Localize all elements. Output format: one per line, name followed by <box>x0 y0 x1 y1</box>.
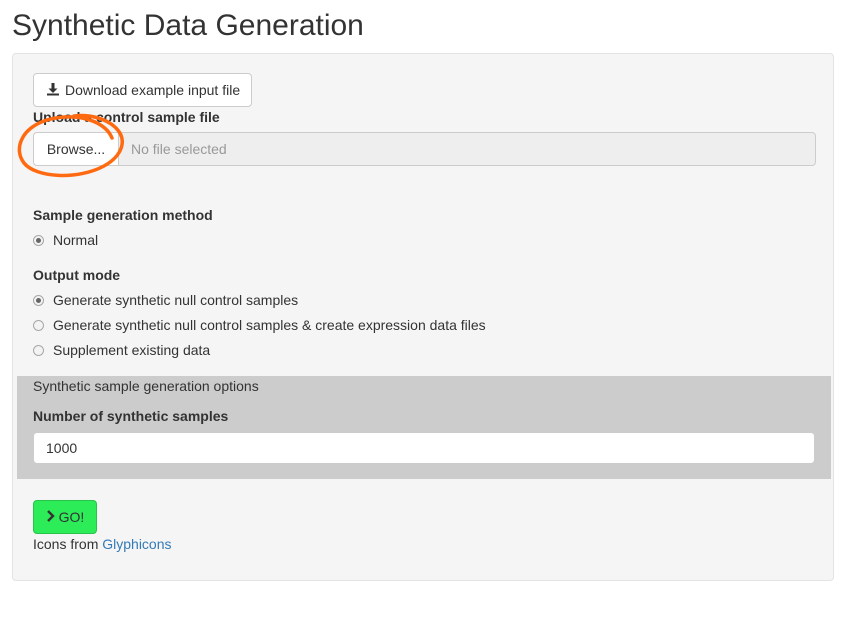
browse-button[interactable]: Browse... <box>33 132 119 166</box>
generation-options-section: Synthetic sample generation options Numb… <box>17 376 831 479</box>
go-button[interactable]: GO! <box>33 500 97 534</box>
chevron-right-icon <box>46 509 59 525</box>
credit-prefix: Icons from <box>33 536 103 552</box>
radio-label: Generate synthetic null control samples … <box>53 317 486 333</box>
file-name-field[interactable]: No file selected <box>118 132 816 166</box>
input-panel: Download example input file Upload a con… <box>12 53 834 581</box>
radio-output-null-controls[interactable]: Generate synthetic null control samples <box>33 292 298 308</box>
radio-method-normal[interactable]: Normal <box>33 232 98 248</box>
radio-button[interactable] <box>33 234 44 246</box>
go-label: GO! <box>58 509 85 525</box>
num-samples-input[interactable]: 1000 <box>33 432 815 464</box>
num-samples-label: Number of synthetic samples <box>33 408 229 424</box>
file-input-group: Browse... No file selected <box>33 132 816 166</box>
output-mode-label: Output mode <box>33 267 121 283</box>
radio-label: Generate synthetic null control samples <box>53 292 299 308</box>
download-example-label: Download example input file <box>65 82 241 98</box>
upload-label: Upload a control sample file <box>33 109 220 125</box>
radio-label: Normal <box>53 232 99 248</box>
glyphicons-link[interactable]: Glyphicons <box>102 536 171 552</box>
radio-button[interactable] <box>33 294 44 306</box>
download-icon <box>46 82 65 99</box>
download-example-button[interactable]: Download example input file <box>33 73 252 107</box>
radio-label: Supplement existing data <box>53 342 211 358</box>
generation-method-label: Sample generation method <box>33 207 213 223</box>
radio-button[interactable] <box>33 319 44 331</box>
options-heading: Synthetic sample generation options <box>33 378 259 394</box>
page: Synthetic Data Generation Download examp… <box>0 0 848 618</box>
radio-button[interactable] <box>33 344 44 356</box>
page-title: Synthetic Data Generation <box>12 9 364 42</box>
radio-output-null-controls-expression[interactable]: Generate synthetic null control samples … <box>33 317 486 333</box>
icon-credit: Icons from Glyphicons <box>33 536 172 552</box>
radio-output-supplement[interactable]: Supplement existing data <box>33 342 210 358</box>
